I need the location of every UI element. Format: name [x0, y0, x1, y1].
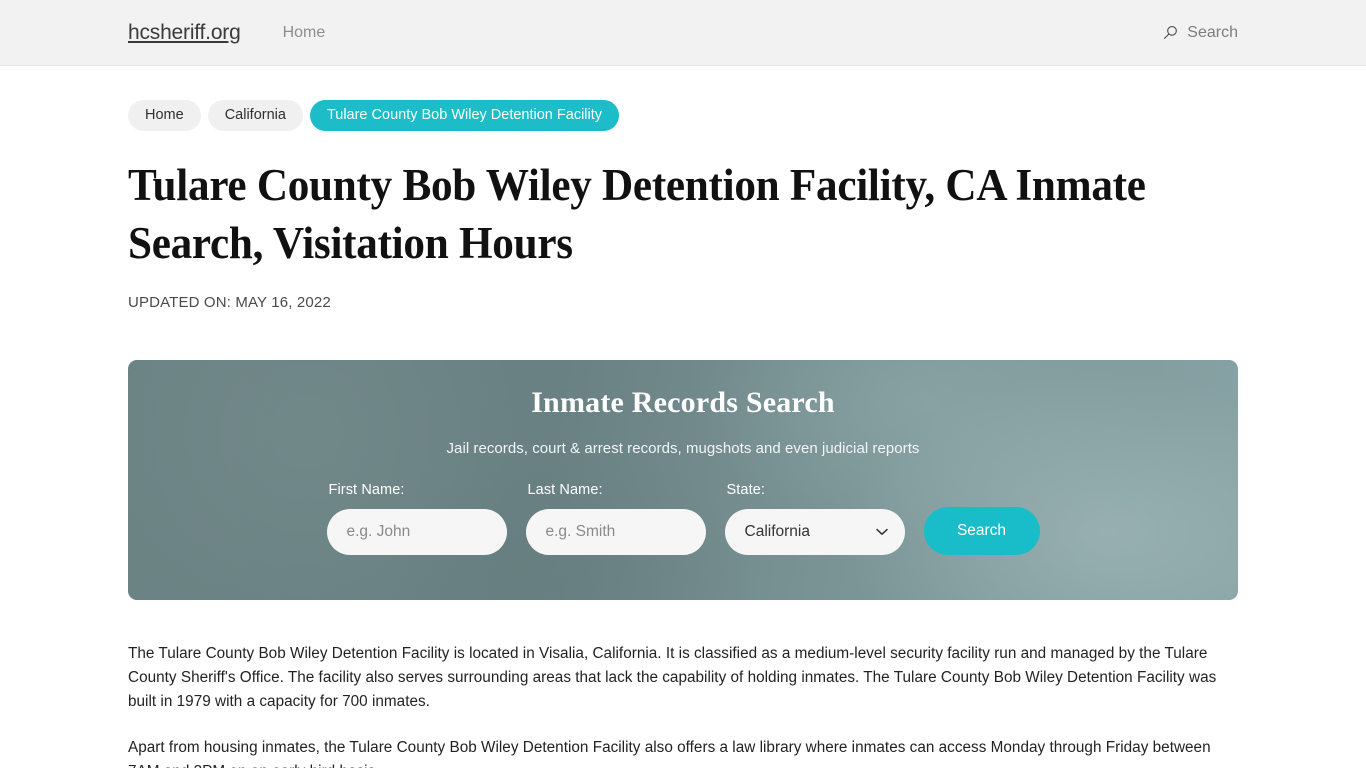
page-title: Tulare County Bob Wiley Detention Facili… — [128, 159, 1146, 268]
state-select[interactable]: California — [724, 508, 905, 555]
search-panel-subtitle: Jail records, court & arrest records, mu… — [446, 439, 920, 457]
state-field-group: State: California — [724, 481, 905, 555]
header-search-label: Search — [1187, 23, 1238, 41]
inmate-search-form: First Name: Last Name: State: California — [128, 482, 1238, 555]
article-body: The Tulare County Bob Wiley Detention Fa… — [128, 600, 1238, 768]
header-search-toggle[interactable]: Search — [1163, 24, 1238, 42]
first-name-label: First Name: — [328, 481, 405, 498]
last-name-label: Last Name: — [527, 481, 603, 498]
state-label: State: — [726, 481, 765, 498]
nav-item-home[interactable]: Home — [283, 24, 326, 42]
search-icon — [1163, 25, 1178, 40]
breadcrumb: Home California Tulare County Bob Wiley … — [128, 66, 1238, 131]
breadcrumb-item-california[interactable]: California — [207, 100, 303, 131]
breadcrumb-item-home[interactable]: Home — [128, 100, 201, 131]
site-brand[interactable]: hcsheriff.org — [128, 21, 241, 45]
primary-nav: Home — [283, 24, 326, 42]
article-paragraph: Apart from housing inmates, the Tulare C… — [128, 738, 1211, 768]
site-header: hcsheriff.org Home Search — [0, 0, 1366, 66]
article-paragraph: The Tulare County Bob Wiley Detention Fa… — [128, 644, 1217, 710]
first-name-input[interactable] — [326, 508, 507, 555]
last-name-field-group: Last Name: — [525, 481, 706, 555]
breadcrumb-item-current: Tulare County Bob Wiley Detention Facili… — [309, 100, 620, 131]
inmate-records-search-panel: Inmate Records Search Jail records, cour… — [128, 359, 1238, 600]
first-name-field-group: First Name: — [326, 481, 507, 555]
search-panel-title: Inmate Records Search — [531, 385, 835, 419]
updated-on-text: UPDATED ON: MAY 16, 2022 — [128, 293, 331, 311]
page-content: Home California Tulare County Bob Wiley … — [0, 66, 1366, 768]
last-name-input[interactable] — [525, 508, 706, 555]
inmate-search-submit-button[interactable]: Search — [923, 506, 1040, 555]
